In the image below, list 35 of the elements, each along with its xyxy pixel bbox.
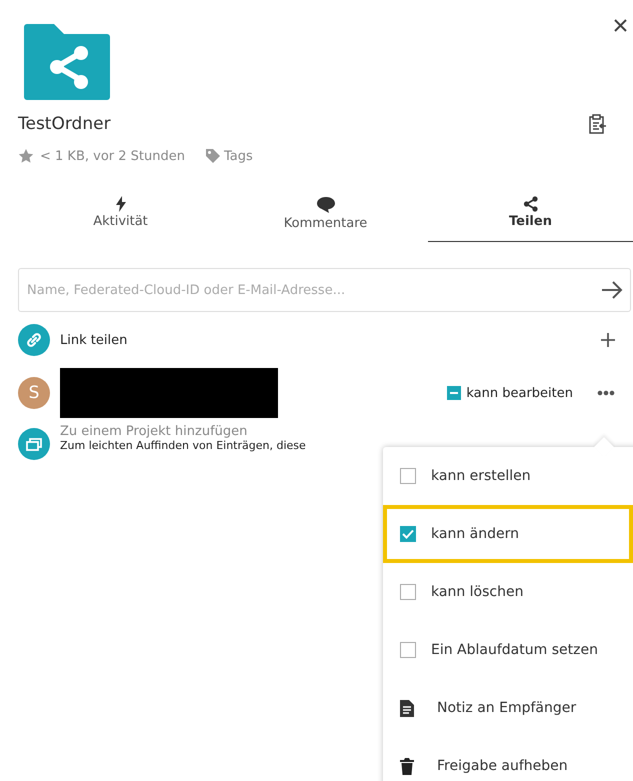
menu-item[interactable]: kann löschen <box>431 584 524 600</box>
arrow-right-icon[interactable] <box>601 281 623 299</box>
checkbox[interactable] <box>400 584 416 600</box>
menu-item[interactable]: kann ändern <box>431 526 519 542</box>
project-icon <box>18 428 50 460</box>
project-title[interactable]: Zu einem Projekt hinzufügen <box>60 424 306 439</box>
tag-icon <box>204 148 221 164</box>
menu-item[interactable]: Freigabe aufheben <box>437 758 568 774</box>
share-search-field[interactable]: Name, Federated-Cloud-ID oder E-Mail-Adresse... <box>18 268 631 312</box>
permission-checkbox[interactable]: kann bearbeiten <box>447 386 573 400</box>
tab[interactable]: Teilen <box>428 192 633 242</box>
checkbox[interactable] <box>400 468 416 484</box>
checkbox[interactable] <box>400 526 416 542</box>
more-options-button[interactable] <box>597 390 615 396</box>
file-info: < 1 KB, vor 2 Stunden <box>40 148 185 164</box>
folder-name: TestOrdner <box>18 114 111 134</box>
link-share-label: Link teilen <box>60 332 128 348</box>
share-icon <box>522 196 538 212</box>
user-avatar: S <box>18 377 50 409</box>
menu-item[interactable]: kann erstellen <box>431 468 531 484</box>
checkbox[interactable] <box>400 642 416 658</box>
project-description: Zum leichten Auffinden von Einträgen, diese <box>60 439 306 452</box>
menu-item[interactable]: Ein Ablaufdatum setzen <box>431 642 598 658</box>
document-icon <box>400 700 414 716</box>
tab[interactable]: Kommentare <box>223 192 428 242</box>
star-icon[interactable] <box>18 148 34 164</box>
speech-bubble-icon <box>316 196 336 214</box>
lightning-icon <box>114 196 126 212</box>
tags-button[interactable]: Tags <box>204 148 253 164</box>
menu-item[interactable]: Notiz an Empfänger <box>437 700 576 716</box>
shared-folder-icon <box>24 24 110 100</box>
tab[interactable]: Aktivität <box>18 192 223 242</box>
clipboard-icon[interactable] <box>589 114 607 134</box>
trash-icon <box>400 758 414 774</box>
link-icon <box>18 324 50 356</box>
